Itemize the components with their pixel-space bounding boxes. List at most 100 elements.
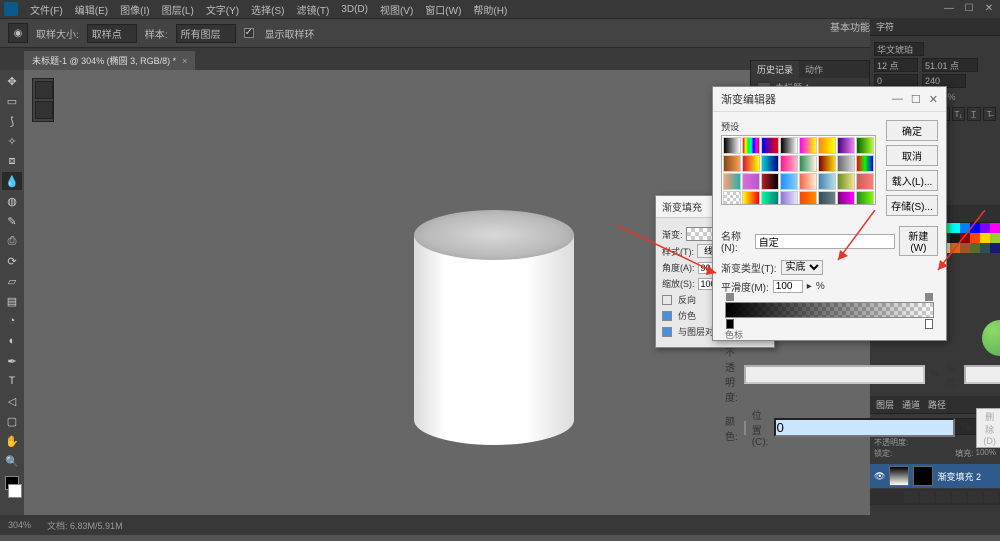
zoom-tool[interactable]: 🔍 <box>2 452 22 470</box>
mini-panel-item-1[interactable] <box>35 81 53 99</box>
minimize-icon[interactable]: — <box>942 2 956 14</box>
gradient-preset[interactable] <box>723 137 741 154</box>
ge-load-button[interactable]: 载入(L)... <box>886 170 938 191</box>
swatch[interactable] <box>950 233 960 243</box>
menu-filter[interactable]: 滤镜(T) <box>293 0 334 19</box>
gradient-preset[interactable] <box>742 155 760 172</box>
swatch[interactable] <box>950 243 960 253</box>
layer-fill-value[interactable]: 100% <box>976 448 996 459</box>
menu-3d[interactable]: 3D(D) <box>337 2 372 17</box>
blur-tool[interactable]: ◔ <box>2 312 22 330</box>
ge-cancel-button[interactable]: 取消 <box>886 145 938 166</box>
ge-color-stop-right[interactable] <box>925 319 933 329</box>
gradient-preset[interactable] <box>856 137 874 154</box>
show-rings-checkbox[interactable] <box>244 28 254 38</box>
gradient-preset[interactable] <box>761 155 779 172</box>
gf-reverse-checkbox[interactable] <box>662 295 672 305</box>
menu-help[interactable]: 帮助(H) <box>469 0 511 19</box>
menu-edit[interactable]: 编辑(E) <box>71 0 112 19</box>
gradient-preset[interactable] <box>837 137 855 154</box>
swatch[interactable] <box>980 243 990 253</box>
wand-tool[interactable]: ✧ <box>2 132 22 150</box>
crop-tool[interactable]: ⧈ <box>2 152 22 170</box>
gf-align-checkbox[interactable] <box>662 327 672 337</box>
ge-ok-button[interactable]: 确定 <box>886 120 938 141</box>
ge-minimize-icon[interactable]: — <box>892 93 903 106</box>
history-brush-tool[interactable]: ⟳ <box>2 252 22 270</box>
gradient-preset[interactable] <box>780 173 798 190</box>
ge-type-dropdown[interactable]: 实底 <box>781 260 823 275</box>
subscript-icon[interactable]: T₁ <box>952 107 966 121</box>
menu-select[interactable]: 选择(S) <box>247 0 288 19</box>
gradient-preset[interactable] <box>856 155 874 172</box>
swatch[interactable] <box>970 233 980 243</box>
menu-layer[interactable]: 图层(L) <box>158 0 198 19</box>
font-family-input[interactable] <box>874 42 924 56</box>
maximize-icon[interactable]: ☐ <box>962 2 976 14</box>
ge-name-input[interactable] <box>755 234 895 249</box>
adj-icon[interactable] <box>936 491 950 503</box>
tool-preset-icon[interactable]: ◉ <box>8 23 28 43</box>
ge-maximize-icon[interactable]: ☐ <box>911 93 921 106</box>
heal-tool[interactable]: ◍ <box>2 192 22 210</box>
gradient-preset[interactable] <box>723 173 741 190</box>
ge-smooth-dropdown-icon[interactable]: ▸ <box>807 281 812 292</box>
swatch[interactable] <box>950 223 960 233</box>
gradient-preset[interactable] <box>856 173 874 190</box>
mask-icon[interactable] <box>920 491 934 503</box>
gradient-preset[interactable] <box>742 191 760 205</box>
ge-opacity-stop-left[interactable] <box>726 293 734 301</box>
swatch[interactable] <box>970 243 980 253</box>
move-tool[interactable]: ✥ <box>2 72 22 90</box>
gradient-preset[interactable] <box>856 191 874 205</box>
layer-item-gradient-fill[interactable]: 👁 渐变填充 2 <box>870 464 1000 488</box>
gradient-preset[interactable] <box>723 191 741 205</box>
pen-tool[interactable]: ✒ <box>2 352 22 370</box>
gradient-preset[interactable] <box>818 137 836 154</box>
doc-size[interactable]: 文档: 6.83M/5.91M <box>47 519 123 532</box>
tab-close-icon[interactable]: × <box>182 56 187 66</box>
swatch[interactable] <box>990 223 1000 233</box>
menu-type[interactable]: 文字(Y) <box>202 0 243 19</box>
ge-color-chip[interactable] <box>744 421 746 435</box>
gradient-preset[interactable] <box>742 137 760 154</box>
ge-presets-grid[interactable] <box>721 135 876 205</box>
fx-icon[interactable] <box>904 491 918 503</box>
actions-tab[interactable]: 动作 <box>799 61 829 78</box>
gradient-tool[interactable]: ▤ <box>2 292 22 310</box>
ge-save-button[interactable]: 存储(S)... <box>886 195 938 216</box>
ge-smooth-input[interactable] <box>773 280 803 293</box>
gradient-preset[interactable] <box>761 173 779 190</box>
swatch[interactable] <box>980 233 990 243</box>
gradient-preset[interactable] <box>780 155 798 172</box>
type-tool[interactable]: T <box>2 372 22 390</box>
hand-tool[interactable]: ✋ <box>2 432 22 450</box>
ge-gradient-bar[interactable] <box>725 302 934 318</box>
swatch[interactable] <box>960 243 970 253</box>
swatch[interactable] <box>990 243 1000 253</box>
mini-panel-item-2[interactable] <box>35 101 53 119</box>
menu-file[interactable]: 文件(F) <box>26 0 67 19</box>
gradient-preset[interactable] <box>818 191 836 205</box>
ge-new-button[interactable]: 新建(W) <box>899 226 938 256</box>
strike-icon[interactable]: T̶ <box>983 107 997 121</box>
swatch[interactable] <box>960 223 970 233</box>
ge-color-stop-left[interactable] <box>726 319 734 329</box>
lasso-tool[interactable]: ⟆ <box>2 112 22 130</box>
sample-dropdown[interactable]: 所有图层 <box>176 24 236 43</box>
brush-tool[interactable]: ✎ <box>2 212 22 230</box>
swatch[interactable] <box>970 223 980 233</box>
swatch[interactable] <box>960 233 970 243</box>
gradient-preset[interactable] <box>818 173 836 190</box>
gradient-preset[interactable] <box>837 191 855 205</box>
swatch[interactable] <box>990 233 1000 243</box>
sample-size-dropdown[interactable]: 取样点 <box>87 24 137 43</box>
gradient-preset[interactable] <box>799 155 817 172</box>
gradient-preset[interactable] <box>799 191 817 205</box>
history-tab[interactable]: 历史记录 <box>751 61 799 78</box>
path-tool[interactable]: ◁ <box>2 392 22 410</box>
gradient-preset[interactable] <box>799 137 817 154</box>
stamp-tool[interactable]: ⎙ <box>2 232 22 250</box>
gradient-preset[interactable] <box>837 173 855 190</box>
gradient-preset[interactable] <box>761 191 779 205</box>
